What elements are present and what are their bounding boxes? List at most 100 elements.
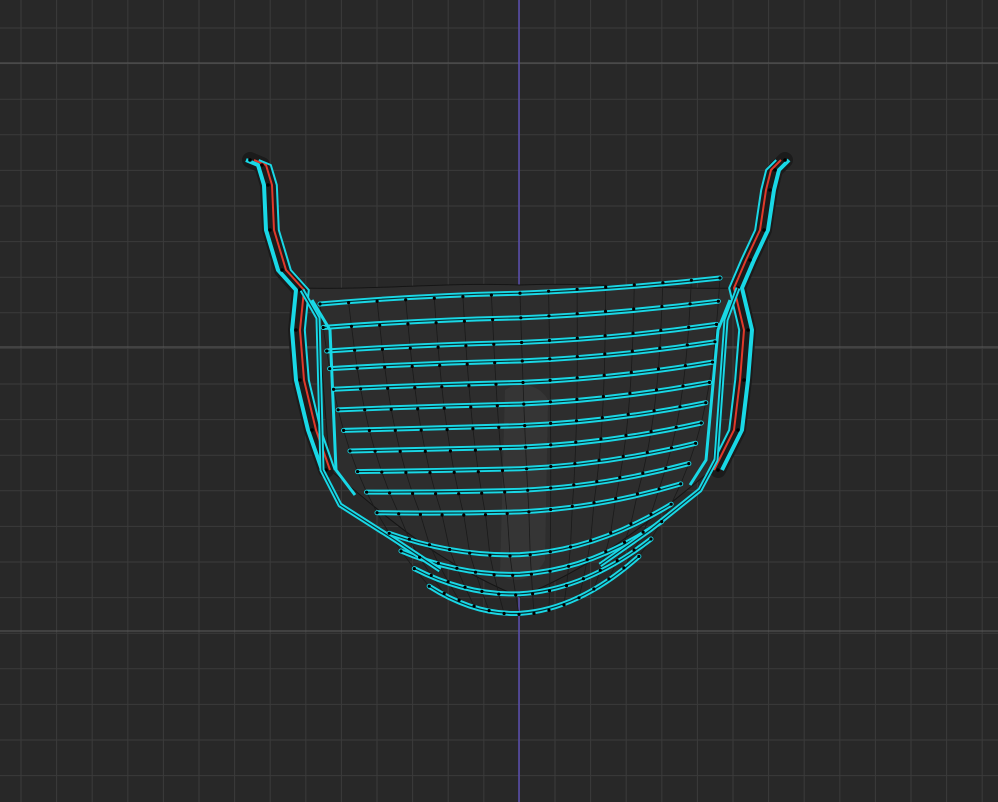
mesh-vertex[interactable]: [328, 367, 332, 371]
mesh-vertex[interactable]: [487, 609, 491, 613]
mesh-vertex[interactable]: [508, 554, 512, 558]
strap-vertex[interactable]: [762, 228, 766, 232]
mesh-vertex[interactable]: [529, 572, 534, 576]
mesh-vertex[interactable]: [664, 466, 668, 470]
mesh-vertex[interactable]: [685, 343, 689, 347]
mesh-vertex[interactable]: [525, 467, 529, 471]
mesh-vertex[interactable]: [503, 490, 507, 494]
mesh-vertex[interactable]: [493, 361, 497, 365]
strap-vertex[interactable]: [310, 428, 314, 432]
mask-mesh[interactable]: [242, 152, 793, 617]
mesh-vertex[interactable]: [564, 584, 569, 588]
mesh-vertex[interactable]: [418, 555, 422, 559]
mesh-vertex[interactable]: [347, 301, 351, 305]
mesh-vertex[interactable]: [658, 346, 662, 350]
mesh-vertex[interactable]: [359, 387, 363, 391]
mesh-vertex[interactable]: [332, 387, 336, 391]
mesh-vertex[interactable]: [660, 520, 664, 524]
mesh-vertex[interactable]: [577, 596, 581, 600]
mesh-vertex[interactable]: [427, 543, 432, 547]
mesh-vertex[interactable]: [547, 314, 551, 318]
mesh-vertex[interactable]: [363, 408, 367, 412]
mesh-vertex[interactable]: [375, 299, 379, 303]
mesh-vertex[interactable]: [568, 545, 573, 549]
mesh-vertex[interactable]: [378, 323, 382, 327]
mesh-vertex[interactable]: [497, 425, 501, 429]
mesh-vertex[interactable]: [491, 318, 495, 322]
mesh-vertex[interactable]: [355, 366, 359, 370]
mesh-vertex[interactable]: [622, 540, 627, 544]
mesh-vertex[interactable]: [609, 531, 613, 535]
mesh-vertex[interactable]: [480, 589, 484, 594]
mesh-vertex[interactable]: [649, 512, 653, 516]
mesh-vertex[interactable]: [683, 364, 688, 368]
mesh-vertex[interactable]: [656, 367, 661, 371]
mesh-vertex[interactable]: [386, 386, 390, 390]
mesh-vertex[interactable]: [423, 449, 427, 453]
mesh-vertex[interactable]: [645, 450, 649, 454]
mesh-vertex[interactable]: [464, 344, 468, 348]
mesh-vertex[interactable]: [600, 416, 604, 420]
mesh-vertex[interactable]: [365, 490, 369, 494]
mesh-vertex[interactable]: [472, 604, 476, 608]
mesh-vertex[interactable]: [492, 573, 496, 577]
mesh-vertex[interactable]: [436, 345, 440, 349]
mesh-vertex[interactable]: [438, 363, 442, 368]
strap-vertex[interactable]: [294, 328, 298, 332]
mesh-vertex[interactable]: [575, 376, 579, 380]
mesh-vertex[interactable]: [604, 285, 608, 289]
mesh-vertex[interactable]: [411, 491, 415, 496]
mesh-vertex[interactable]: [399, 549, 403, 553]
mesh-vertex[interactable]: [455, 566, 459, 570]
mesh-vertex[interactable]: [549, 421, 553, 425]
mesh-vertex[interactable]: [694, 441, 698, 445]
mesh-vertex[interactable]: [518, 291, 522, 295]
mesh-vertex[interactable]: [641, 530, 645, 534]
mesh-vertex[interactable]: [574, 419, 579, 423]
mesh-vertex[interactable]: [669, 446, 674, 450]
mesh-vertex[interactable]: [505, 511, 509, 516]
mesh-vertex[interactable]: [432, 296, 436, 300]
mesh-vertex[interactable]: [404, 470, 408, 475]
mesh-vertex[interactable]: [388, 491, 392, 495]
mesh-vertex[interactable]: [473, 570, 478, 574]
mesh-vertex[interactable]: [718, 276, 722, 280]
mesh-vertex[interactable]: [581, 577, 586, 581]
mesh-vertex[interactable]: [367, 428, 371, 433]
mesh-vertex[interactable]: [548, 378, 552, 382]
mesh-vertex[interactable]: [707, 380, 712, 384]
mesh-vertex[interactable]: [654, 388, 659, 392]
mesh-vertex[interactable]: [428, 471, 432, 475]
mesh-vertex[interactable]: [687, 462, 691, 466]
mesh-vertex[interactable]: [442, 406, 446, 410]
mesh-vertex[interactable]: [412, 567, 416, 571]
mesh-vertex[interactable]: [649, 429, 653, 433]
mesh-vertex[interactable]: [440, 385, 444, 389]
mesh-vertex[interactable]: [632, 307, 636, 311]
mesh-vertex[interactable]: [467, 384, 471, 388]
strap-vertex[interactable]: [268, 228, 272, 232]
mesh-vertex[interactable]: [549, 507, 553, 512]
mesh-vertex[interactable]: [445, 428, 449, 432]
mesh-vertex[interactable]: [714, 322, 719, 326]
mesh-vertex[interactable]: [631, 331, 635, 335]
mesh-vertex[interactable]: [318, 302, 322, 306]
mesh-vertex[interactable]: [585, 558, 589, 562]
mesh-vertex[interactable]: [615, 559, 619, 563]
mesh-vertex[interactable]: [348, 449, 352, 453]
mesh-vertex[interactable]: [567, 564, 571, 568]
mesh-vertex[interactable]: [429, 573, 433, 578]
mesh-vertex[interactable]: [570, 504, 574, 508]
mesh-vertex[interactable]: [547, 338, 552, 343]
strap-vertex[interactable]: [768, 188, 772, 192]
mesh-vertex[interactable]: [649, 537, 653, 541]
mesh-vertex[interactable]: [419, 428, 423, 432]
mesh-vertex[interactable]: [528, 553, 532, 557]
mesh-vertex[interactable]: [434, 492, 438, 496]
mesh-vertex[interactable]: [630, 349, 634, 353]
mesh-vertex[interactable]: [457, 492, 461, 496]
mesh-vertex[interactable]: [592, 587, 596, 591]
mesh-vertex[interactable]: [652, 409, 656, 413]
mesh-vertex[interactable]: [678, 405, 682, 409]
strap-vertex[interactable]: [748, 258, 752, 262]
